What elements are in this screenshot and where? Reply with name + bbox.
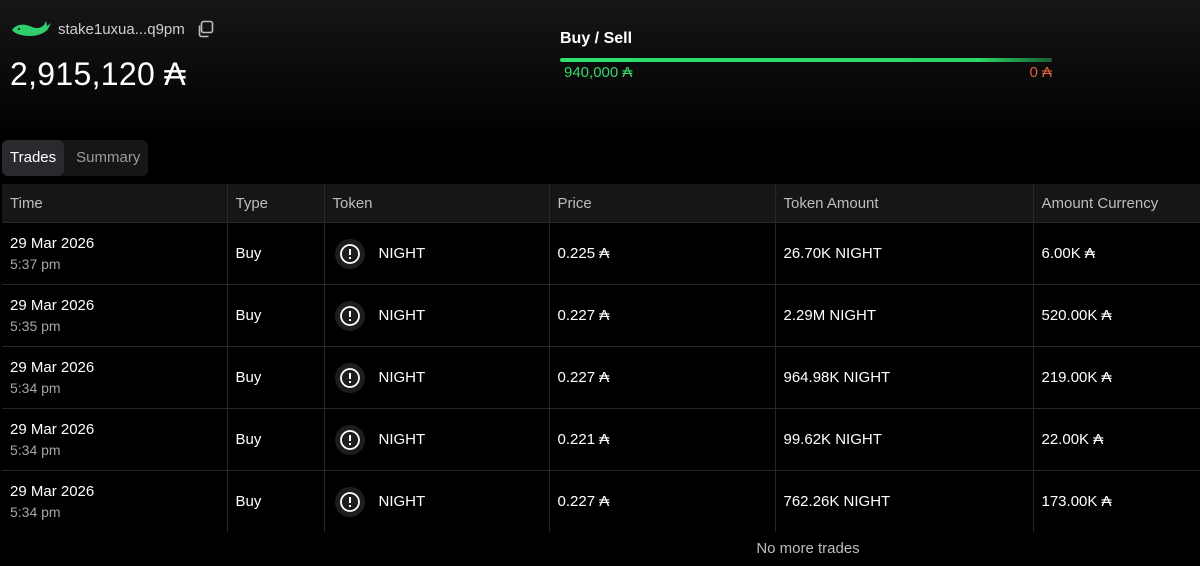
trade-time: 5:35 pm: [10, 318, 61, 334]
price-cell: 0.227 ₳: [549, 470, 776, 532]
trade-date: 29 Mar 2026: [10, 421, 95, 438]
buy-sell-bar: [560, 58, 1052, 62]
column-header-amount-currency[interactable]: Amount Currency: [1033, 184, 1200, 223]
token-amount-cell: 99.62K NIGHT: [775, 408, 1034, 471]
column-header-token[interactable]: Token: [324, 184, 550, 223]
amount-currency-cell: 520.00K ₳: [1033, 284, 1200, 347]
time-cell: 29 Mar 2026 5:37 pm: [2, 222, 228, 285]
amount-currency-cell: 22.00K ₳: [1033, 408, 1200, 471]
token-cell: NIGHT: [324, 346, 550, 409]
table-row[interactable]: 29 Mar 2026 5:37 pm Buy NIGHT 0.225 ₳ 26…: [2, 222, 1200, 285]
trade-time: 5:37 pm: [10, 256, 61, 272]
amount-currency-cell: 219.00K ₳: [1033, 346, 1200, 409]
token-cell: NIGHT: [324, 222, 550, 285]
time-cell: 29 Mar 2026 5:35 pm: [2, 284, 228, 347]
night-token-icon: [334, 362, 365, 393]
trades-table: Time Type Token Price Token Amount Amoun…: [2, 184, 1200, 532]
night-token-icon: [334, 238, 365, 269]
copy-icon[interactable]: [195, 19, 215, 39]
trade-type: Buy: [227, 408, 325, 471]
trade-type: Buy: [227, 346, 325, 409]
wallet-address: stake1uxua...q9pm: [58, 20, 185, 38]
tab-trades[interactable]: Trades: [2, 140, 65, 176]
table-row[interactable]: 29 Mar 2026 5:34 pm Buy NIGHT 0.221 ₳ 99…: [2, 408, 1200, 471]
trade-time: 5:34 pm: [10, 380, 61, 396]
table-row[interactable]: 29 Mar 2026 5:35 pm Buy NIGHT 0.227 ₳ 2.…: [2, 284, 1200, 347]
column-header-type[interactable]: Type: [227, 184, 325, 223]
token-amount-cell: 964.98K NIGHT: [775, 346, 1034, 409]
time-cell: 29 Mar 2026 5:34 pm: [2, 408, 228, 471]
column-header-time[interactable]: Time: [2, 184, 228, 223]
time-cell: 29 Mar 2026 5:34 pm: [2, 346, 228, 409]
token-name[interactable]: NIGHT: [379, 431, 426, 448]
trade-date: 29 Mar 2026: [10, 297, 95, 314]
whale-icon: [12, 21, 51, 36]
buy-sell-panel: Buy / Sell 940,000 ₳ 0 ₳: [560, 30, 1052, 81]
token-name[interactable]: NIGHT: [379, 307, 426, 324]
token-name[interactable]: NIGHT: [379, 493, 426, 510]
trade-date: 29 Mar 2026: [10, 483, 95, 500]
night-token-icon: [334, 424, 365, 455]
time-cell: 29 Mar 2026 5:34 pm: [2, 470, 228, 532]
buy-sell-bar-fill: [560, 58, 1052, 62]
trade-date: 29 Mar 2026: [10, 359, 95, 376]
price-cell: 0.227 ₳: [549, 284, 776, 347]
token-name[interactable]: NIGHT: [379, 369, 426, 386]
price-cell: 0.227 ₳: [549, 346, 776, 409]
buy-sell-title: Buy / Sell: [560, 30, 633, 47]
trade-type: Buy: [227, 470, 325, 532]
price-cell: 0.221 ₳: [549, 408, 776, 471]
token-cell: NIGHT: [324, 408, 550, 471]
night-token-icon: [334, 486, 365, 517]
amount-currency-cell: 173.00K ₳: [1033, 470, 1200, 532]
no-more-trades-note: No more trades: [756, 540, 860, 557]
night-token-icon: [334, 300, 365, 331]
column-header-token-amount[interactable]: Token Amount: [775, 184, 1034, 223]
buy-total: 940,000 ₳: [564, 64, 633, 81]
trade-type: Buy: [227, 284, 325, 347]
trade-time: 5:34 pm: [10, 442, 61, 458]
wallet-balance: 2,915,120 ₳: [10, 56, 186, 92]
token-amount-cell: 2.29M NIGHT: [775, 284, 1034, 347]
wallet-row: stake1uxua...q9pm: [10, 18, 215, 40]
trade-type: Buy: [227, 222, 325, 285]
token-cell: NIGHT: [324, 470, 550, 532]
table-row[interactable]: 29 Mar 2026 5:34 pm Buy NIGHT 0.227 ₳ 76…: [2, 470, 1200, 532]
trade-date: 29 Mar 2026: [10, 235, 95, 252]
table-header-row: Time Type Token Price Token Amount Amoun…: [2, 184, 1200, 223]
token-amount-cell: 26.70K NIGHT: [775, 222, 1034, 285]
price-cell: 0.225 ₳: [549, 222, 776, 285]
column-header-price[interactable]: Price: [549, 184, 776, 223]
token-name[interactable]: NIGHT: [379, 245, 426, 262]
sell-total: 0 ₳: [1029, 64, 1052, 81]
token-cell: NIGHT: [324, 284, 550, 347]
table-row[interactable]: 29 Mar 2026 5:34 pm Buy NIGHT 0.227 ₳ 96…: [2, 346, 1200, 409]
amount-currency-cell: 6.00K ₳: [1033, 222, 1200, 285]
token-amount-cell: 762.26K NIGHT: [775, 470, 1034, 532]
trade-time: 5:34 pm: [10, 504, 61, 520]
tabs: Trades Summary: [2, 140, 149, 176]
tab-summary[interactable]: Summary: [68, 140, 148, 176]
